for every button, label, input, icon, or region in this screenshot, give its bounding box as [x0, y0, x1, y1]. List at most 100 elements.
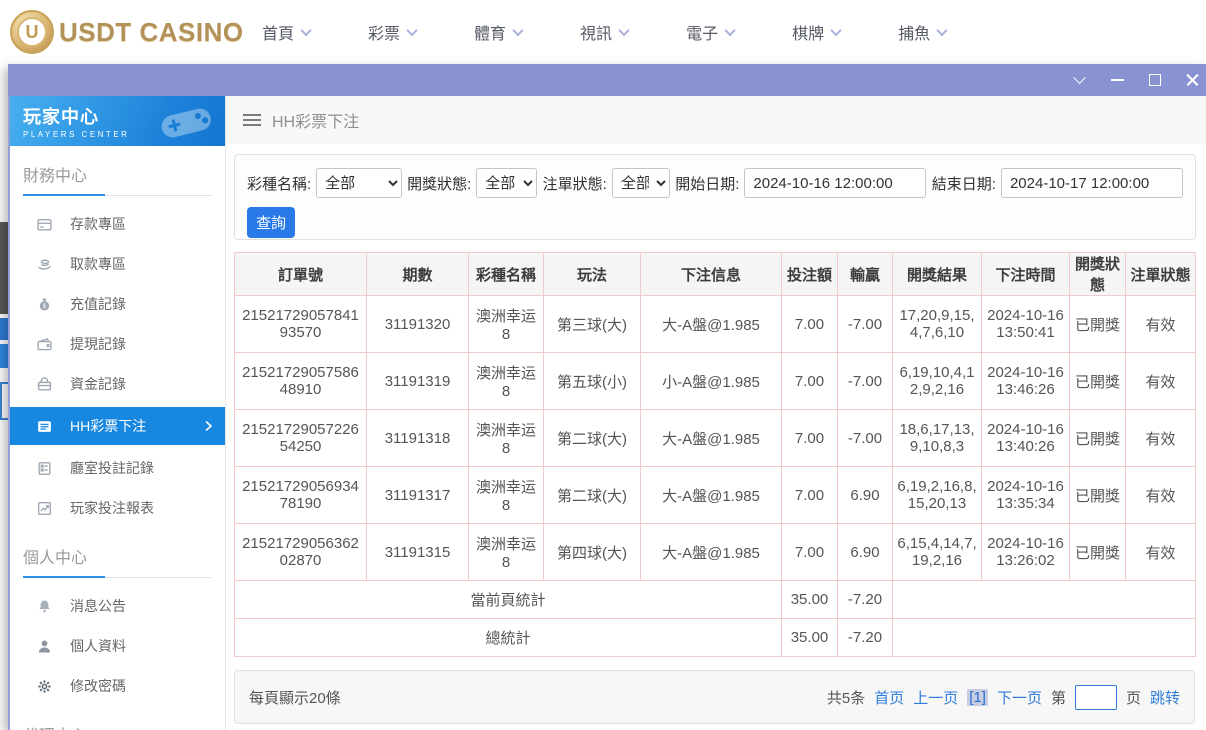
col-bet-time: 下注時間: [981, 252, 1070, 296]
cell-draw-status: 已開獎: [1069, 352, 1126, 410]
gear-icon: [36, 678, 53, 695]
cell-draw-status: 已開獎: [1069, 295, 1126, 353]
start-date-input[interactable]: [744, 168, 927, 198]
nav-item-fishing[interactable]: 捕魚: [898, 20, 948, 44]
draw-status-select[interactable]: 全部: [476, 168, 538, 198]
prev-page-link[interactable]: 上一页: [913, 687, 958, 708]
brand-name: USDT CASINO: [59, 16, 244, 47]
cell-issue: 31191319: [366, 352, 469, 410]
top-navigation: 首頁 彩票 體育 視訊 電子 棋牌 捕魚: [262, 0, 948, 64]
end-date-input[interactable]: [1000, 168, 1183, 198]
sidebar-item-announcements[interactable]: 消息公告: [10, 586, 225, 626]
search-button[interactable]: 查詢: [247, 207, 295, 238]
nav-item-sports[interactable]: 體育: [474, 20, 524, 44]
table-header-row: 訂單號 期數 彩種名稱 玩法 下注信息 投注額 輸贏 開獎結果 下注時間 開獎狀…: [234, 252, 1196, 296]
clipboard-list-icon: [36, 460, 53, 477]
nav-item-cards[interactable]: 棋牌: [792, 20, 842, 44]
nav-item-live[interactable]: 視訊: [580, 20, 630, 44]
cell-win-loss: -7.00: [837, 409, 893, 467]
cell-lottery-name: 澳洲幸运8: [468, 295, 544, 353]
bg-fragment-blue-square: [0, 344, 8, 368]
user-icon: [36, 638, 53, 655]
jump-button[interactable]: 跳转: [1150, 687, 1180, 708]
chevron-right-icon: [205, 420, 213, 432]
order-status-select[interactable]: 全部: [611, 168, 670, 198]
col-play-type: 玩法: [543, 252, 641, 296]
window-titlebar[interactable]: [8, 64, 1206, 96]
nav-item-lottery[interactable]: 彩票: [368, 20, 418, 44]
summary-empty: [892, 618, 1196, 657]
cell-draw-status: 已開獎: [1069, 466, 1126, 524]
page-jump-input[interactable]: [1074, 684, 1117, 710]
sidebar-header: 玩家中心 PLAYERS CENTER: [10, 96, 225, 146]
first-page-link[interactable]: 首页: [874, 687, 904, 708]
sidebar-item-recharge-record[interactable]: $ 充值記錄: [10, 284, 225, 324]
sidebar-item-label: 充值記錄: [70, 296, 126, 312]
sidebar-item-change-password[interactable]: 修改密碼: [10, 666, 225, 706]
page-size-text: 每頁顯示20條: [249, 689, 341, 707]
cell-bet-info: 大-A盤@1.985: [640, 466, 782, 524]
cell-bet-info: 小-A盤@1.985: [640, 352, 782, 410]
nav-item-home[interactable]: 首頁: [262, 20, 312, 44]
cell-order-status: 有效: [1125, 466, 1196, 524]
page-suffix-label: 页: [1125, 689, 1141, 707]
chart-report-icon: [36, 500, 53, 517]
sidebar-item-room-bet-records[interactable]: 廳室投註記錄: [10, 448, 225, 488]
cell-bet-amount: 7.00: [781, 466, 838, 524]
window-collapse-button[interactable]: [1071, 70, 1087, 88]
end-date-label: 結束日期:: [931, 175, 996, 193]
card-icon: [36, 216, 53, 233]
col-issue: 期數: [366, 252, 469, 296]
hamburger-menu-icon[interactable]: [243, 114, 261, 126]
top-site-bar: U USDT CASINO 首頁 彩票 體育 視訊 電子 棋牌 捕魚: [0, 0, 1206, 64]
sidebar-item-fund-record[interactable]: 資金記錄: [10, 364, 225, 404]
table-row: 2152172905693478190 31191317 澳洲幸运8 第二球(大…: [234, 466, 1196, 524]
cell-draw-result: 17,20,9,15,4,7,6,10: [892, 295, 982, 353]
nav-label: 視訊: [580, 26, 613, 43]
cell-bet-time: 2024-10-16 13:46:26: [981, 352, 1070, 410]
sidebar-item-deposit[interactable]: 存款專區: [10, 204, 225, 244]
wallet-icon: [36, 336, 53, 353]
bg-fragment-stamp: [0, 382, 8, 420]
nav-label: 棋牌: [792, 26, 825, 43]
sidebar-item-label: HH彩票下注: [70, 418, 147, 434]
summary-bet-amount: 35.00: [781, 618, 838, 657]
cell-draw-result: 6,19,10,4,12,9,2,16: [892, 352, 982, 410]
sidebar-item-label: 廳室投註記錄: [70, 460, 154, 476]
next-page-link[interactable]: 下一页: [997, 687, 1042, 708]
sidebar-item-player-bet-report[interactable]: 玩家投注報表: [10, 488, 225, 528]
nav-label: 電子: [686, 26, 719, 43]
chevron-down-icon: [724, 24, 736, 37]
cell-bet-info: 大-A盤@1.985: [640, 295, 782, 353]
nav-label: 捕魚: [898, 26, 931, 43]
cell-bet-amount: 7.00: [781, 523, 838, 581]
summary-label: 總統計: [234, 618, 782, 657]
cell-lottery-name: 澳洲幸运8: [468, 352, 544, 410]
cell-win-loss: -7.00: [837, 352, 893, 410]
cell-bet-time: 2024-10-16 13:50:41: [981, 295, 1070, 353]
cell-issue: 31191318: [366, 409, 469, 467]
cell-draw-result: 6,15,4,14,7,19,2,16: [892, 523, 982, 581]
summary-row-total: 總統計 35.00 -7.20: [234, 618, 1196, 657]
sidebar-section-personal: 個人中心: [23, 544, 212, 578]
chevron-down-icon: [300, 24, 312, 37]
site-logo[interactable]: U USDT CASINO: [10, 10, 244, 54]
sidebar-item-hh-lottery-bets[interactable]: HH彩票下注: [10, 407, 225, 445]
sidebar-section-agent: 代理中心: [23, 722, 212, 730]
window-maximize-button[interactable]: [1147, 72, 1163, 88]
chevron-down-icon: [618, 24, 630, 37]
bg-fragment-dark: [0, 222, 8, 314]
sidebar-item-withdrawal-record[interactable]: 提現記錄: [10, 324, 225, 364]
cell-issue: 31191315: [366, 523, 469, 581]
sidebar-item-withdraw[interactable]: 取款專區: [10, 244, 225, 284]
sidebar-item-profile[interactable]: 個人資料: [10, 626, 225, 666]
lottery-name-select[interactable]: 全部: [316, 168, 402, 198]
cell-order-status: 有效: [1125, 409, 1196, 467]
nav-label: 體育: [474, 26, 507, 43]
window-minimize-button[interactable]: [1109, 72, 1125, 88]
window-close-button[interactable]: [1185, 72, 1200, 88]
summary-empty: [892, 580, 1196, 619]
cell-bet-amount: 7.00: [781, 409, 838, 467]
moneybag-icon: $: [36, 296, 53, 313]
nav-item-slots[interactable]: 電子: [686, 20, 736, 44]
